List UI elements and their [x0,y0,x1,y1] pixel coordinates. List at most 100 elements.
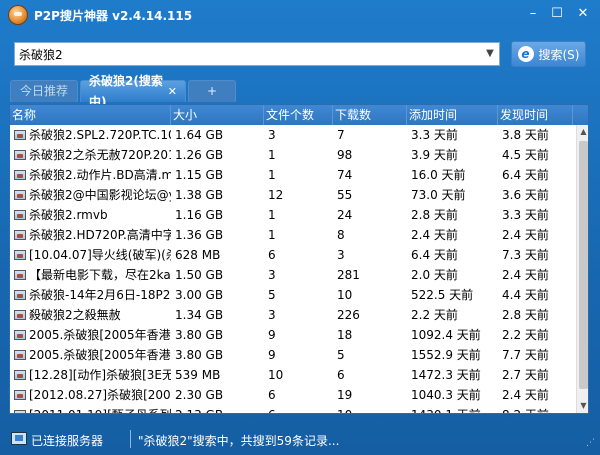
search-combobox[interactable]: ▼ [14,42,500,66]
cell-file-count: 3 [268,308,276,322]
status-divider [130,430,131,448]
tab-today-recommend[interactable]: 今日推荐 [10,80,78,102]
table-row[interactable]: 2005.杀破狼[2005年香港... 3.80 GB 9 18 1092.4 天前 2.… [10,325,576,345]
main-window: P2P搜片神器 v2.4.14.115 – ☐ ✕ ▼ e 搜索(S) 今日推荐… [0,0,600,455]
column-header-added-time[interactable]: 添加时间 [407,105,498,125]
video-file-icon [14,370,26,380]
column-header-file-count[interactable]: 文件个数 [264,105,333,125]
column-header-name[interactable]: 名称 [10,105,171,125]
table-row[interactable]: [12.28][动作]杀破狼[3E无... 539 MB 10 6 1472.3 天前 2… [10,365,576,385]
cell-name-text: 杀破狼2.HD720P.高清中字... [29,228,171,242]
cell-name-text: [10.04.07]导火线(破军)(杀... [29,248,171,262]
server-connection-icon [11,432,27,445]
cell-downloads: 10 [333,405,407,413]
cell-downloads: 226 [337,308,360,322]
cell-size: 3.00 GB [175,288,224,302]
video-file-icon [14,150,26,160]
table-row[interactable]: [2012.08.27]杀破狼[2005... 2.30 GB 6 19 1040.3 … [10,385,576,405]
search-status-message: "杀破狼2"搜索中，共搜到59条记录... [138,434,340,448]
table-row[interactable]: 杀破狼2.SPL2.720P.TC.10... 1.64 GB 3 7 3.3 天前 3.… [10,125,576,145]
cell-found-time: 6.4 天前 [502,168,549,182]
resize-grip-icon[interactable]: ⋰ [586,438,596,448]
cell-file-count: 3 [268,268,276,282]
cell-found-time: 2.8 天前 [502,308,549,322]
cell-name-text: 杀破狼2之杀无赦720P.201... [29,148,171,162]
cell-found-time: 4.5 天前 [502,148,549,162]
vertical-scrollbar[interactable]: ▲ ▼ [576,125,588,413]
close-button[interactable]: ✕ [572,4,594,24]
cell-size: 1.64 GB [175,128,224,142]
cell-name: [2011.01.19][甄子丹系列]... [10,405,171,413]
status-bar: 已连接服务器 "杀破狼2"搜索中，共搜到59条记录... ⋰ [0,428,600,450]
close-icon[interactable]: ✕ [168,81,177,102]
cell-name-text: 2005.杀破狼[2005年香港... [29,348,171,362]
table-row[interactable]: 杀破狼2.动作片.BD高清.m... 1.15 GB 1 74 16.0 天前 6.4 天… [10,165,576,185]
cell-added-time: 1092.4 天前 [411,328,481,342]
cell-name: 杀破狼2.SPL2.720P.TC.10... [10,125,171,145]
table-row[interactable]: 殺破狼2之殺無赦 1.34 GB 3 226 2.2 天前 2.8 天前 [10,305,576,325]
results-table: 名称 大小 文件个数 下载数 添加时间 发现时间 杀破狼2.SPL2.720P.… [9,104,589,414]
cell-file-count: 3 [268,128,276,142]
cell-name-text: [2011.01.19][甄子丹系列]... [29,405,171,413]
cell-name: 2005.杀破狼[2005年香港... [10,325,171,345]
table-row[interactable]: 杀破狼2.rmvb 1.16 GB 1 24 2.8 天前 3.3 天前 [10,205,576,225]
cell-name: 杀破狼2之杀无赦720P.201... [10,145,171,165]
search-input[interactable] [15,43,481,65]
cell-name-text: 杀破狼2.SPL2.720P.TC.10... [29,128,171,142]
video-file-icon [14,310,26,320]
cell-name-text: 【最新电影下载，尽在2ka... [29,268,171,282]
tab-search-result[interactable]: 杀破狼2(搜索中) ✕ [80,74,186,109]
minimize-button[interactable]: – [522,4,544,24]
table-row[interactable]: [10.04.07]导火线(破军)(杀... 628 MB 6 3 6.4 天前 7.3 … [10,245,576,265]
cell-name: [10.04.07]导火线(破军)(杀... [10,245,171,265]
cell-file-count: 6 [268,388,276,402]
search-button-label: 搜索(S) [538,47,580,62]
cell-file-count: 1 [268,208,276,222]
cell-name-text: 杀破狼2@中国影视论坛@y... [29,188,171,202]
chevron-down-icon[interactable]: ▼ [481,43,499,65]
cell-size: 2.13 GB [171,405,264,413]
cell-file-count: 1 [268,168,276,182]
video-file-icon [14,230,26,240]
cell-added-time: 1472.3 天前 [411,368,481,382]
search-button[interactable]: e 搜索(S) [511,41,586,67]
title-bar[interactable]: P2P搜片神器 v2.4.14.115 – ☐ ✕ [0,0,600,30]
table-row[interactable]: 杀破狼2.HD720P.高清中字... 1.36 GB 1 8 2.4 天前 2.4 天前 [10,225,576,245]
column-header-found-time[interactable]: 发现时间 [498,105,573,125]
cell-found-time: 2.7 天前 [502,368,549,382]
add-tab-button[interactable]: + [188,80,236,102]
video-file-icon [14,390,26,400]
cell-name: 杀破狼2@中国影视论坛@y... [10,185,171,205]
cell-added-time: 2.4 天前 [411,228,458,242]
table-row[interactable]: 杀破狼2之杀无赦720P.201... 1.26 GB 1 98 3.9 天前 4.5 天… [10,145,576,165]
video-file-icon [14,170,26,180]
cell-file-count: 6 [268,248,276,262]
cell-downloads: 55 [337,188,353,202]
scroll-thumb[interactable] [579,141,588,389]
column-header-downloads[interactable]: 下载数 [333,105,407,125]
table-row[interactable]: [2011.01.19][甄子丹系列]...2.13 GB6101430.1 天… [10,405,576,413]
cell-name: 杀破狼2.动作片.BD高清.m... [10,165,171,185]
cell-downloads: 74 [337,168,353,182]
cell-downloads: 18 [337,328,353,342]
maximize-button[interactable]: ☐ [546,4,568,24]
cell-file-count: 1 [268,228,276,242]
cell-name: 杀破狼-14年2月6日-18P2P... [10,285,171,305]
cell-added-time: 73.0 天前 [411,188,466,202]
table-row[interactable]: 杀破狼-14年2月6日-18P2P... 3.00 GB 5 10 522.5 天前 4.… [10,285,576,305]
cell-file-count: 9 [268,328,276,342]
cell-added-time: 522.5 天前 [411,288,474,302]
cell-found-time: 3.8 天前 [502,128,549,142]
cell-size: 628 MB [175,248,221,262]
scroll-down-icon[interactable]: ▼ [577,399,588,413]
table-row[interactable]: 2005.杀破狼[2005年香港... 3.80 GB 9 5 1552.9 天前 7.7… [10,345,576,365]
table-row[interactable]: 【最新电影下载，尽在2ka... 1.50 GB 3 281 2.0 天前 2.4 天前 [10,265,576,285]
scroll-up-icon[interactable]: ▲ [577,125,588,139]
cell-found-time: 2.2 天前 [502,328,549,342]
column-header-size[interactable]: 大小 [171,105,264,125]
table-header: 名称 大小 文件个数 下载数 添加时间 发现时间 [10,105,588,125]
video-file-icon [14,210,26,220]
table-row[interactable]: 杀破狼2@中国影视论坛@y... 1.38 GB 12 55 73.0 天前 3.6 天前 [10,185,576,205]
cell-size: 3.80 GB [175,348,224,362]
cell-downloads: 6 [337,368,345,382]
